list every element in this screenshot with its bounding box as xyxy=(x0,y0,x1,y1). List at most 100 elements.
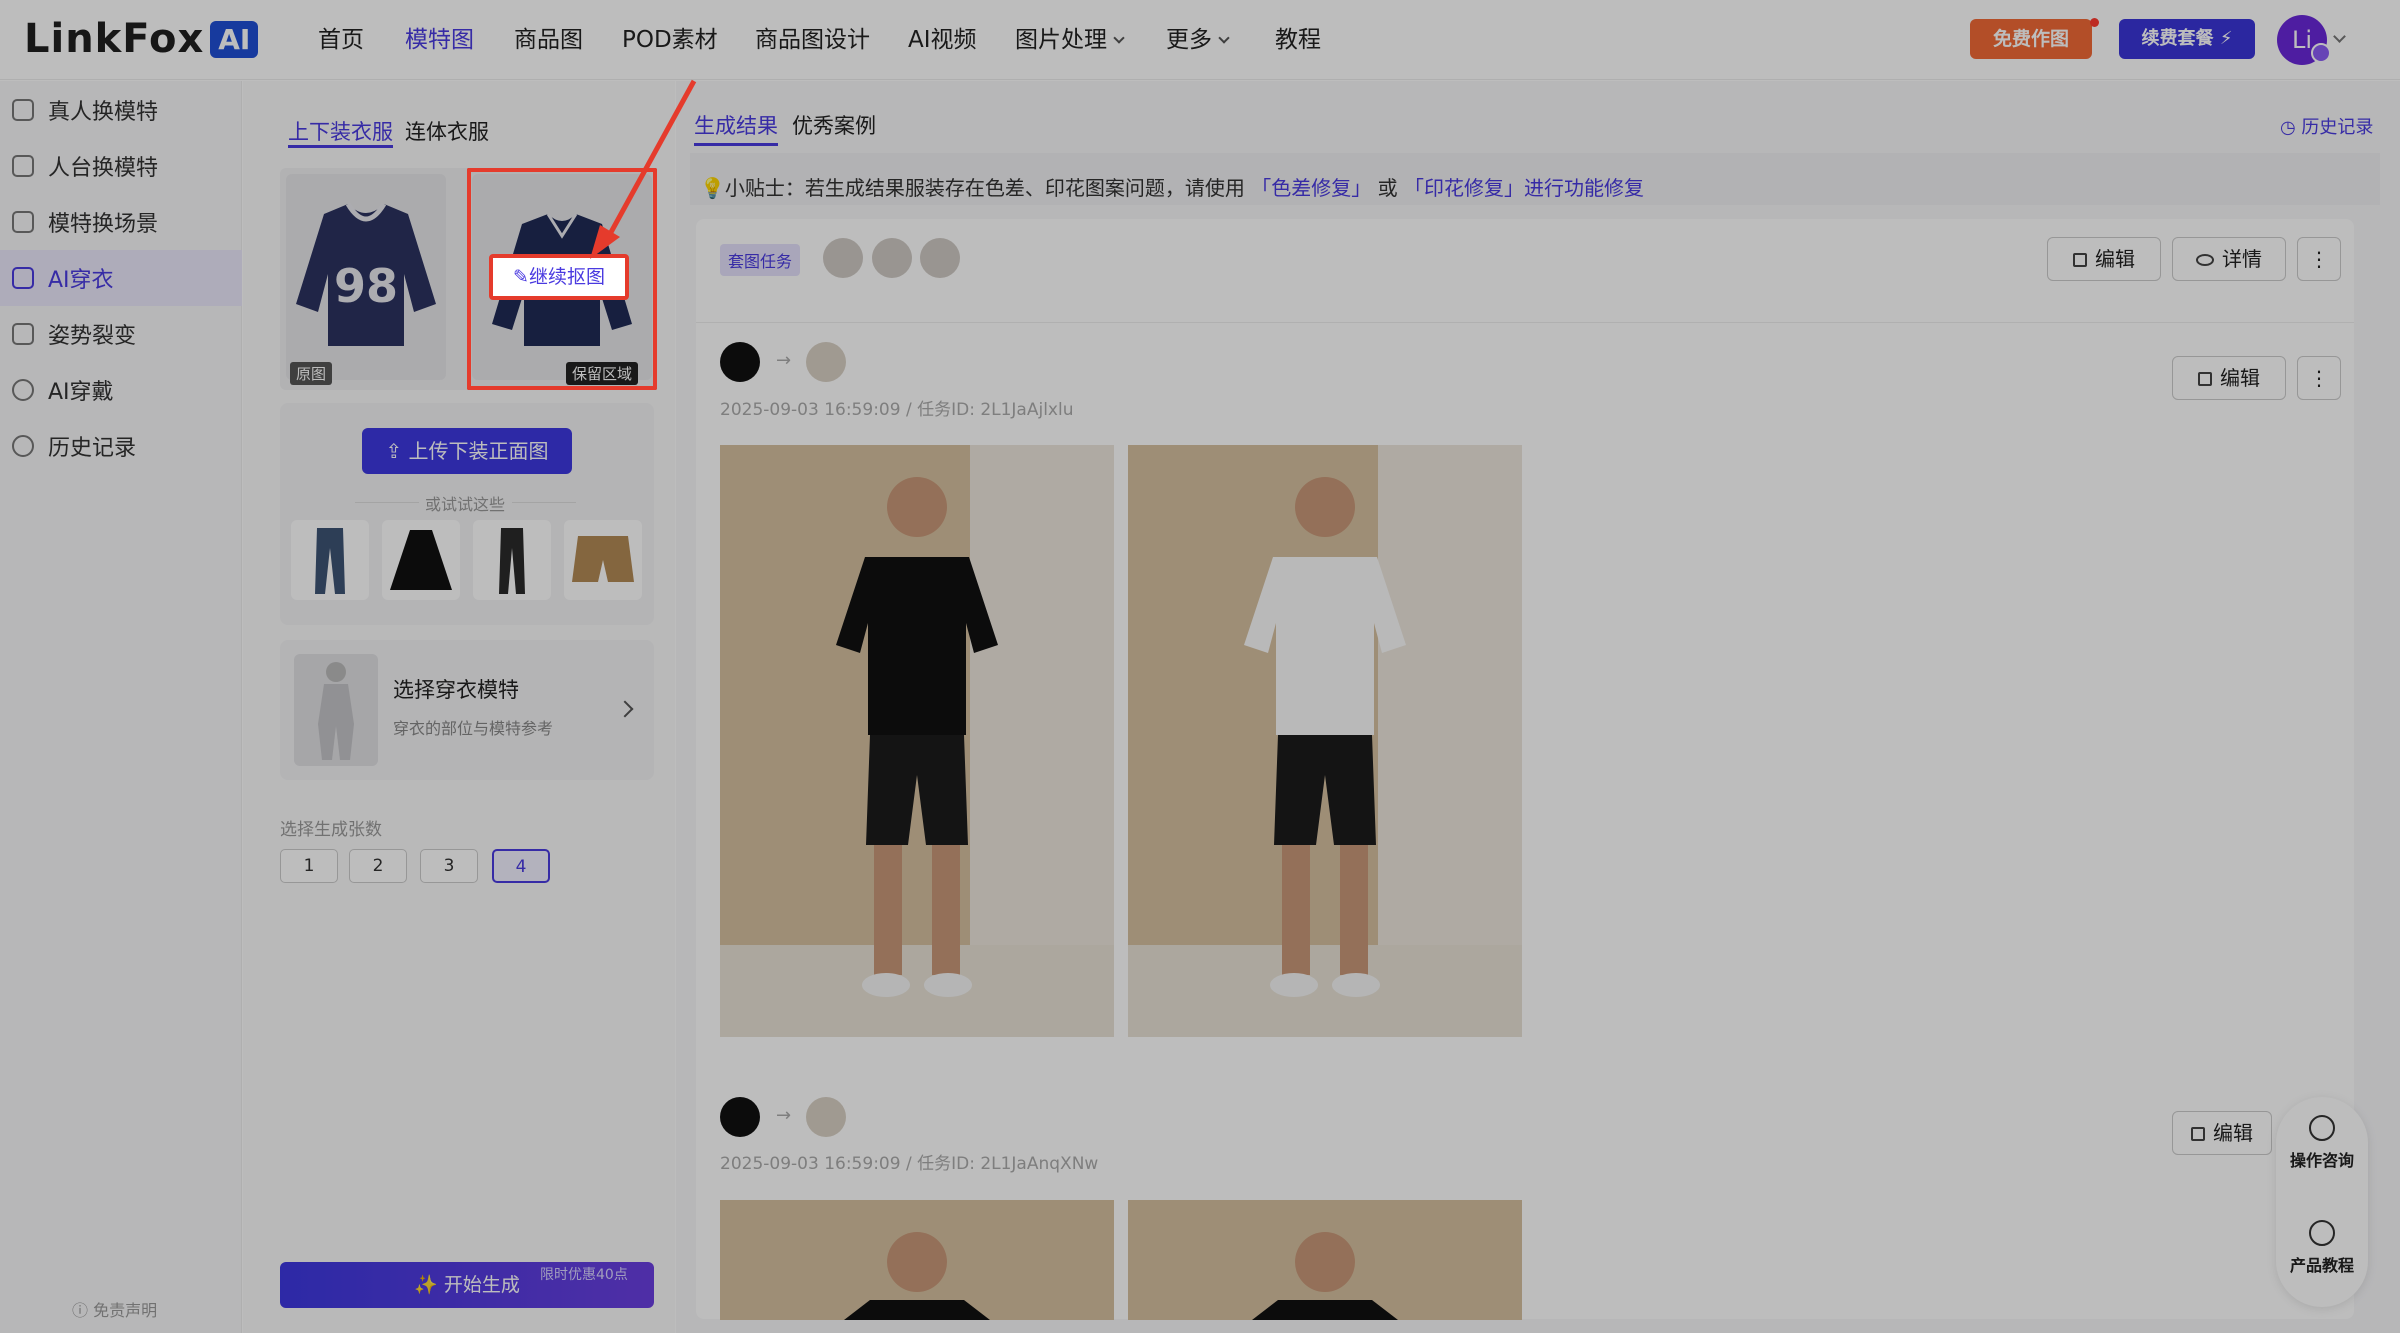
nav-more[interactable]: 更多 xyxy=(1166,22,1230,58)
promo-badge: 限时优惠40点 xyxy=(540,1267,628,1283)
skirt-icon xyxy=(390,530,452,590)
sidebar-item-label: 模特换场景 xyxy=(48,212,159,237)
sample-trousers[interactable] xyxy=(473,520,551,600)
tab-top-bottom-clothes[interactable]: 上下装衣服 xyxy=(288,116,393,148)
sidebar-item-label: AI穿衣 xyxy=(48,268,114,293)
count-option-4[interactable]: 4 xyxy=(492,849,550,883)
sliders-icon xyxy=(2191,1127,2205,1141)
jersey-image: 98 xyxy=(296,202,436,346)
more-options-button[interactable]: ⋮ xyxy=(2297,356,2341,400)
tab-showcase[interactable]: 优秀案例 xyxy=(792,110,876,146)
model-card-subtitle: 穿衣的部位与模特参考 xyxy=(393,719,554,738)
nav-more-label: 更多 xyxy=(1166,27,1212,53)
model-photo xyxy=(720,1200,1114,1320)
print-fix-link[interactable]: 「印花修复」进行功能修复 xyxy=(1404,176,1644,200)
chevron-down-icon xyxy=(1113,32,1125,44)
tutorial-button[interactable]: 产品教程 xyxy=(2276,1220,2368,1276)
detail-button[interactable]: 详情 xyxy=(2172,237,2286,281)
sample-jeans[interactable] xyxy=(291,520,369,600)
upload-bottom-button[interactable]: ⇪ 上传下装正面图 xyxy=(362,428,572,474)
eye-icon xyxy=(2196,254,2214,266)
sidebar-item-ai-dressing[interactable]: AI穿衣 xyxy=(0,250,242,306)
task-thumb[interactable] xyxy=(872,238,912,278)
sidebar-item-pose-variation[interactable]: 姿势裂变 xyxy=(0,306,242,362)
edit-task-button[interactable]: 编辑 xyxy=(2047,237,2161,281)
nav-product-design[interactable]: 商品图设计 xyxy=(755,22,870,58)
detail-label: 详情 xyxy=(2222,247,2262,271)
count-option-3[interactable]: 3 xyxy=(420,849,478,883)
nav-model-image[interactable]: 模特图 xyxy=(405,22,474,58)
logo[interactable]: LinkFox AI xyxy=(24,14,259,64)
sidebar-item-label: 真人换模特 xyxy=(48,100,159,125)
edit-row-button[interactable]: 编辑 xyxy=(2172,1111,2272,1155)
task-tag: 套图任务 xyxy=(720,244,801,276)
sidebar-item-history[interactable]: 历史记录 xyxy=(0,418,242,474)
sample-skirt[interactable] xyxy=(382,520,460,600)
task-meta: 2025-09-03 16:59:09 / 任务ID: 2L1JaAjlxlu xyxy=(720,400,1074,420)
original-label: 原图 xyxy=(290,362,333,385)
nav-tutorial[interactable]: 教程 xyxy=(1275,22,1321,58)
edit-label: 编辑 xyxy=(2213,1121,2253,1145)
tab-one-piece-clothes[interactable]: 连体衣服 xyxy=(405,116,489,148)
tip-prefix: 💡小贴士：若生成结果服装存在色差、印花图案问题，请使用 xyxy=(700,176,1252,200)
logo-text: LinkFox xyxy=(24,16,205,62)
result-image-white-tee[interactable] xyxy=(1128,445,1522,1037)
vip-badge-icon xyxy=(2311,43,2331,63)
task-thumb[interactable] xyxy=(920,238,960,278)
nav-product-image[interactable]: 商品图 xyxy=(514,22,583,58)
count-option-2[interactable]: 2 xyxy=(349,849,407,883)
sidebar-item-label: AI穿戴 xyxy=(48,380,114,405)
result-image-partial[interactable] xyxy=(1128,1200,1522,1320)
arrow-right-icon: → xyxy=(776,350,792,371)
model-card-title: 选择穿衣模特 xyxy=(393,678,519,702)
notification-dot xyxy=(2090,18,2099,27)
black-tshirt-icon xyxy=(720,1097,760,1137)
sidebar-item-scene-swap[interactable]: 模特换场景 xyxy=(0,194,242,250)
mannequin-icon xyxy=(12,155,34,177)
nav-image-processing-label: 图片处理 xyxy=(1015,27,1107,53)
result-image-black-tee[interactable] xyxy=(720,445,1114,1037)
model-photo xyxy=(720,445,1114,1037)
count-label: 选择生成张数 xyxy=(280,820,382,840)
or-try-label: 或试试这些 xyxy=(425,495,506,514)
pose-icon xyxy=(12,323,34,345)
sidebar-item-ai-accessory[interactable]: AI穿戴 xyxy=(0,362,242,418)
trousers-icon xyxy=(499,528,525,594)
nav-ai-video[interactable]: AI视频 xyxy=(908,22,977,58)
headset-icon xyxy=(2309,1115,2335,1141)
consult-button[interactable]: 操作咨询 xyxy=(2276,1115,2368,1171)
nav-pod[interactable]: POD素材 xyxy=(622,22,718,58)
color-fix-link[interactable]: 「色差修复」 xyxy=(1251,176,1371,200)
model-photo xyxy=(1128,445,1522,1037)
disclaimer-link[interactable]: ⓘ 免责声明 xyxy=(72,1297,157,1321)
count-option-1[interactable]: 1 xyxy=(280,849,338,883)
more-options-button[interactable]: ⋮ xyxy=(2297,237,2341,281)
sliders-icon xyxy=(2073,253,2087,267)
sample-shorts[interactable] xyxy=(564,520,642,600)
task-meta: 2025-09-03 16:59:09 / 任务ID: 2L1JaAnqXNw xyxy=(720,1154,1099,1174)
mannequin-icon xyxy=(318,662,354,760)
original-garment-thumb[interactable]: 98 xyxy=(286,174,446,380)
logo-ai-badge: AI xyxy=(210,20,259,58)
svg-text:98: 98 xyxy=(334,259,398,313)
nav-home[interactable]: 首页 xyxy=(318,22,364,58)
tutorial-label: 产品教程 xyxy=(2289,1256,2354,1275)
sidebar-item-real-model-swap[interactable]: 真人换模特 xyxy=(0,82,242,138)
history-link[interactable]: ◷ 历史记录 xyxy=(2280,113,2373,139)
task-thumb[interactable] xyxy=(823,238,863,278)
scene-icon xyxy=(12,211,34,233)
nav-image-processing[interactable]: 图片处理 xyxy=(1015,22,1125,58)
sidebar-item-mannequin-swap[interactable]: 人台换模特 xyxy=(0,138,242,194)
free-drawing-button[interactable]: 免费作图 xyxy=(1970,19,2092,59)
mannequin-thumb xyxy=(294,654,378,766)
arrow-right-icon: → xyxy=(776,1105,792,1126)
renew-plan-button[interactable]: 续费套餐 ⚡ xyxy=(2119,19,2255,59)
edit-row-button[interactable]: 编辑 xyxy=(2172,356,2286,400)
accessory-icon xyxy=(12,379,34,401)
divider xyxy=(355,502,419,503)
tip-text: 💡小贴士：若生成结果服装存在色差、印花图案问题，请使用 「色差修复」 或 「印花… xyxy=(700,172,1644,201)
sliders-icon xyxy=(2198,372,2212,386)
result-thumb-icon xyxy=(806,342,846,382)
result-image-partial[interactable] xyxy=(720,1200,1114,1320)
edit-label: 编辑 xyxy=(2095,247,2135,271)
